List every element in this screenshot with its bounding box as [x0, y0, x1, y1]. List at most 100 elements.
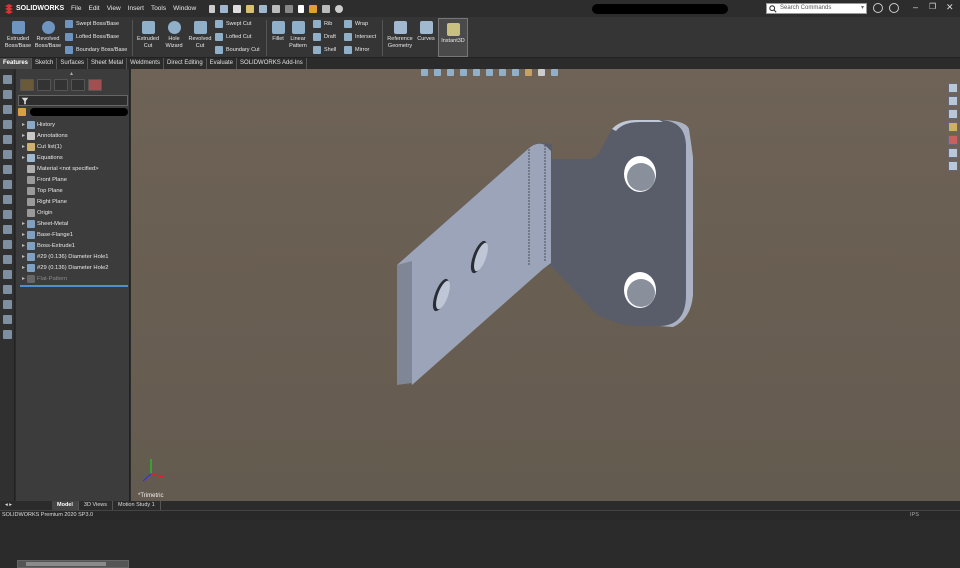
solidworks-resources-icon[interactable] — [948, 83, 958, 93]
expand-arrow-icon[interactable]: ▸ — [20, 253, 27, 260]
new-document-icon[interactable] — [233, 4, 242, 13]
expand-arrow-icon[interactable]: ▸ — [20, 121, 27, 128]
hole-wizard-button[interactable]: Hole Wizard — [162, 21, 186, 49]
tool-icon[interactable] — [2, 210, 12, 219]
tool-icon[interactable] — [2, 90, 12, 99]
tool-icon[interactable] — [2, 165, 12, 174]
rib-button[interactable]: Rib — [313, 20, 332, 28]
tab-sheet-metal[interactable]: Sheet Metal — [88, 58, 128, 69]
mirror-button[interactable]: Mirror — [344, 46, 369, 54]
help-icon[interactable] — [889, 3, 899, 13]
tree-item[interactable]: ▸ Base-Flange1 — [20, 229, 130, 240]
revolved-boss-button[interactable]: Revolved Boss/Base — [34, 21, 62, 49]
fillet-button[interactable]: Fillet — [269, 21, 287, 43]
file-explorer-icon[interactable] — [948, 109, 958, 119]
print-icon[interactable] — [272, 4, 281, 13]
open-icon[interactable] — [246, 4, 255, 13]
dimxpert-manager-tab-icon[interactable] — [71, 79, 85, 91]
tree-item[interactable]: ▸ Annotations — [20, 130, 130, 141]
expand-arrow-icon[interactable]: ▸ — [20, 242, 27, 249]
linear-pattern-button[interactable]: Linear Pattern — [287, 21, 309, 49]
tool-icon[interactable] — [2, 270, 12, 279]
tree-item[interactable]: Top Plane — [20, 185, 130, 196]
tab-sketch[interactable]: Sketch — [32, 58, 58, 69]
expand-arrow-icon[interactable]: ▸ — [20, 220, 27, 227]
tab-evaluate[interactable]: Evaluate — [207, 58, 238, 69]
tree-item[interactable]: ▸ Cut list(1) — [20, 141, 130, 152]
expand-arrow-icon[interactable]: ▸ — [20, 132, 27, 139]
swept-cut-button[interactable]: Swept Cut — [215, 20, 251, 28]
display-manager-tab-icon[interactable] — [88, 79, 102, 91]
view-palette-icon[interactable] — [948, 122, 958, 132]
search-commands-input[interactable]: Search Commands ▾ — [766, 3, 867, 14]
tree-filter[interactable] — [18, 95, 128, 106]
boundary-boss-button[interactable]: Boundary Boss/Base — [65, 46, 127, 54]
units-indicator[interactable]: IPS — [910, 511, 919, 520]
tree-item[interactable]: ▸ Sheet-Metal — [20, 218, 130, 229]
shell-button[interactable]: Shell — [313, 46, 336, 54]
instant3d-button[interactable]: Instant3D — [438, 18, 468, 57]
close-icon[interactable]: ✕ — [946, 2, 954, 13]
wrap-button[interactable]: Wrap — [344, 20, 368, 28]
tree-item[interactable]: ▸ Boss-Extrude1 — [20, 240, 130, 251]
minimize-icon[interactable]: – — [913, 2, 918, 12]
lofted-boss-button[interactable]: Lofted Boss/Base — [65, 33, 119, 41]
user-icon[interactable] — [873, 3, 883, 13]
save-icon[interactable] — [259, 4, 268, 13]
revolved-cut-button[interactable]: Revolved Cut — [187, 21, 213, 49]
reference-geometry-button[interactable]: Reference Geometry — [385, 21, 415, 49]
design-library-icon[interactable] — [948, 96, 958, 106]
appearances-icon[interactable] — [948, 135, 958, 145]
expand-arrow-icon[interactable]: ▸ — [20, 143, 27, 150]
menu-item-tools[interactable]: Tools — [151, 5, 166, 12]
extruded-cut-button[interactable]: Extruded Cut — [135, 21, 161, 49]
property-manager-tab-icon[interactable] — [37, 79, 51, 91]
panel-horizontal-scrollbar[interactable] — [17, 560, 129, 568]
bottom-tab-3d-views[interactable]: 3D Views — [79, 501, 114, 510]
tool-icon[interactable] — [2, 315, 12, 324]
tool-icon[interactable] — [2, 240, 12, 249]
panel-collapse-icon[interactable]: ▴ — [70, 70, 73, 77]
custom-properties-icon[interactable] — [948, 148, 958, 158]
rollback-bar[interactable] — [20, 285, 128, 287]
pin-icon[interactable] — [209, 4, 216, 13]
menu-item-file[interactable]: File — [71, 5, 81, 12]
feature-manager-tab-icon[interactable] — [20, 79, 34, 91]
tab-solidworks-add-ins[interactable]: SOLIDWORKS Add-Ins — [237, 58, 307, 69]
restore-icon[interactable]: ❐ — [929, 2, 936, 11]
tree-item[interactable]: Right Plane — [20, 196, 130, 207]
tool-icon[interactable] — [2, 255, 12, 264]
lofted-cut-button[interactable]: Lofted Cut — [215, 33, 251, 41]
tree-item[interactable]: ▸ History — [20, 119, 130, 130]
part-model[interactable] — [131, 69, 960, 501]
rebuild-icon[interactable] — [309, 4, 318, 13]
select-icon[interactable] — [298, 4, 305, 13]
tab-surfaces[interactable]: Surfaces — [57, 58, 89, 69]
solidworks-forum-icon[interactable] — [948, 161, 958, 171]
menu-item-window[interactable]: Window — [173, 5, 196, 12]
tree-item[interactable]: ▸ Equations — [20, 152, 130, 163]
curves-button[interactable]: Curves — [415, 21, 437, 43]
file-properties-icon[interactable] — [322, 4, 331, 13]
expand-arrow-icon[interactable]: ▸ — [20, 154, 27, 161]
tool-icon[interactable] — [2, 285, 12, 294]
expand-arrow-icon[interactable]: ▸ — [20, 231, 27, 238]
home-icon[interactable] — [220, 4, 229, 13]
undo-icon[interactable] — [285, 4, 294, 13]
menu-item-edit[interactable]: Edit — [88, 5, 99, 12]
extruded-boss-button[interactable]: Extruded Boss/Base — [4, 21, 32, 49]
options-icon[interactable] — [335, 4, 344, 13]
search-dropdown-icon[interactable]: ▾ — [861, 4, 864, 13]
swept-boss-button[interactable]: Swept Boss/Base — [65, 20, 119, 28]
tab-scroll-arrows-icon[interactable]: ◂ ▸ — [0, 501, 52, 510]
tool-icon[interactable] — [2, 150, 12, 159]
bottom-tab-model[interactable]: Model — [52, 501, 79, 510]
draft-button[interactable]: Draft — [313, 33, 336, 41]
expand-arrow-icon[interactable]: ▸ — [20, 275, 27, 282]
tab-features[interactable]: Features — [0, 58, 33, 69]
tree-item[interactable]: Material <not specified> — [20, 163, 130, 174]
tool-icon[interactable] — [2, 180, 12, 189]
graphics-area[interactable] — [131, 69, 960, 501]
tab-weldments[interactable]: Weldments — [127, 58, 164, 69]
tab-direct-editing[interactable]: Direct Editing — [164, 58, 207, 69]
